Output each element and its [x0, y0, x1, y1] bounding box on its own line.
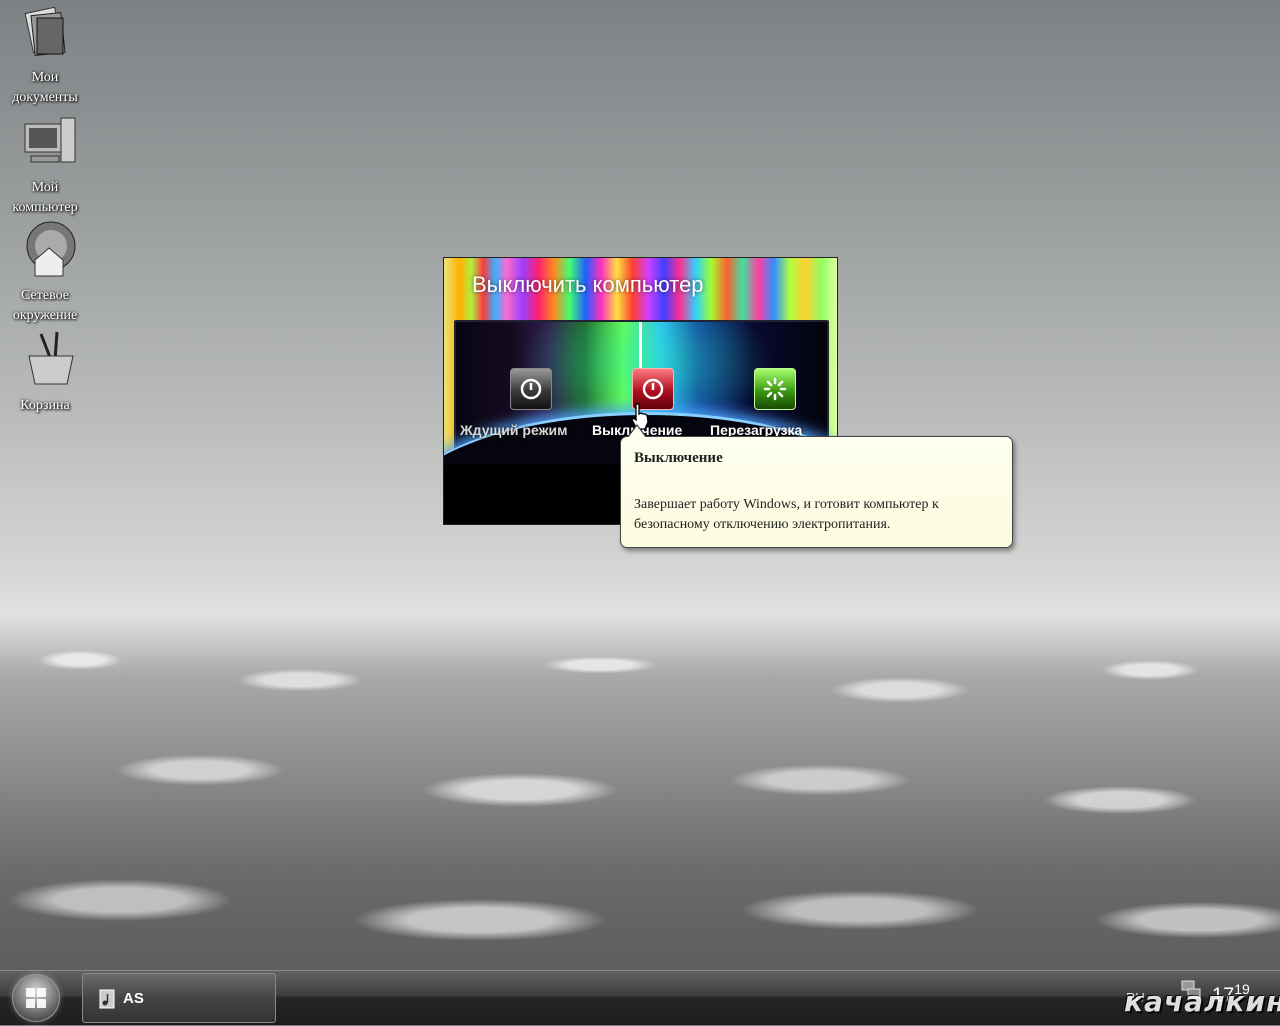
power-icon	[642, 378, 664, 400]
desktop-icon-network[interactable]: Сетевое окружение	[0, 220, 90, 326]
recycle-bin-icon	[21, 330, 74, 385]
dialog-title: Выключить компьютер	[472, 272, 704, 297]
my-computer-icon	[21, 114, 76, 163]
desktop-icon-label: Мой компьютер	[12, 180, 78, 215]
tooltip-tail-fill	[628, 426, 646, 438]
standby-label[interactable]: Ждущий режим	[460, 422, 567, 438]
standby-button[interactable]	[510, 368, 552, 410]
taskbar: AS RU 1719 качалкин.ру	[0, 970, 1280, 1025]
light-beam	[639, 322, 642, 372]
taskbar-button-as[interactable]: AS	[82, 973, 276, 1023]
desktop-icon-my-computer[interactable]: Мой компьютер	[0, 114, 90, 218]
restart-icon	[763, 377, 787, 401]
power-icon	[520, 378, 542, 400]
windows-logo-icon	[26, 988, 46, 1008]
network-icon	[21, 220, 76, 277]
tooltip: Выключение Завершает работу Windows, и г…	[620, 424, 1013, 548]
desktop-icon-recycle-bin[interactable]: Корзина	[0, 330, 90, 416]
desktop-icon-label: Корзина	[20, 398, 70, 413]
desktop-icon-my-documents[interactable]: Мои документы	[0, 4, 90, 108]
music-file-icon	[99, 989, 115, 1009]
tooltip-title: Выключение	[634, 450, 723, 466]
restart-button[interactable]	[754, 368, 796, 410]
wallpaper-clouds	[0, 620, 1280, 970]
tooltip-text: Завершает работу Windows, и готовит комп…	[634, 497, 939, 532]
start-button[interactable]	[12, 974, 60, 1022]
my-documents-icon	[21, 4, 69, 57]
watermark: качалкин.ру	[1124, 985, 1280, 1018]
desktop-icon-label: Мои документы	[12, 70, 78, 105]
taskbar-button-label: AS	[123, 990, 144, 1007]
desktop-icon-label: Сетевое окружение	[12, 288, 78, 323]
